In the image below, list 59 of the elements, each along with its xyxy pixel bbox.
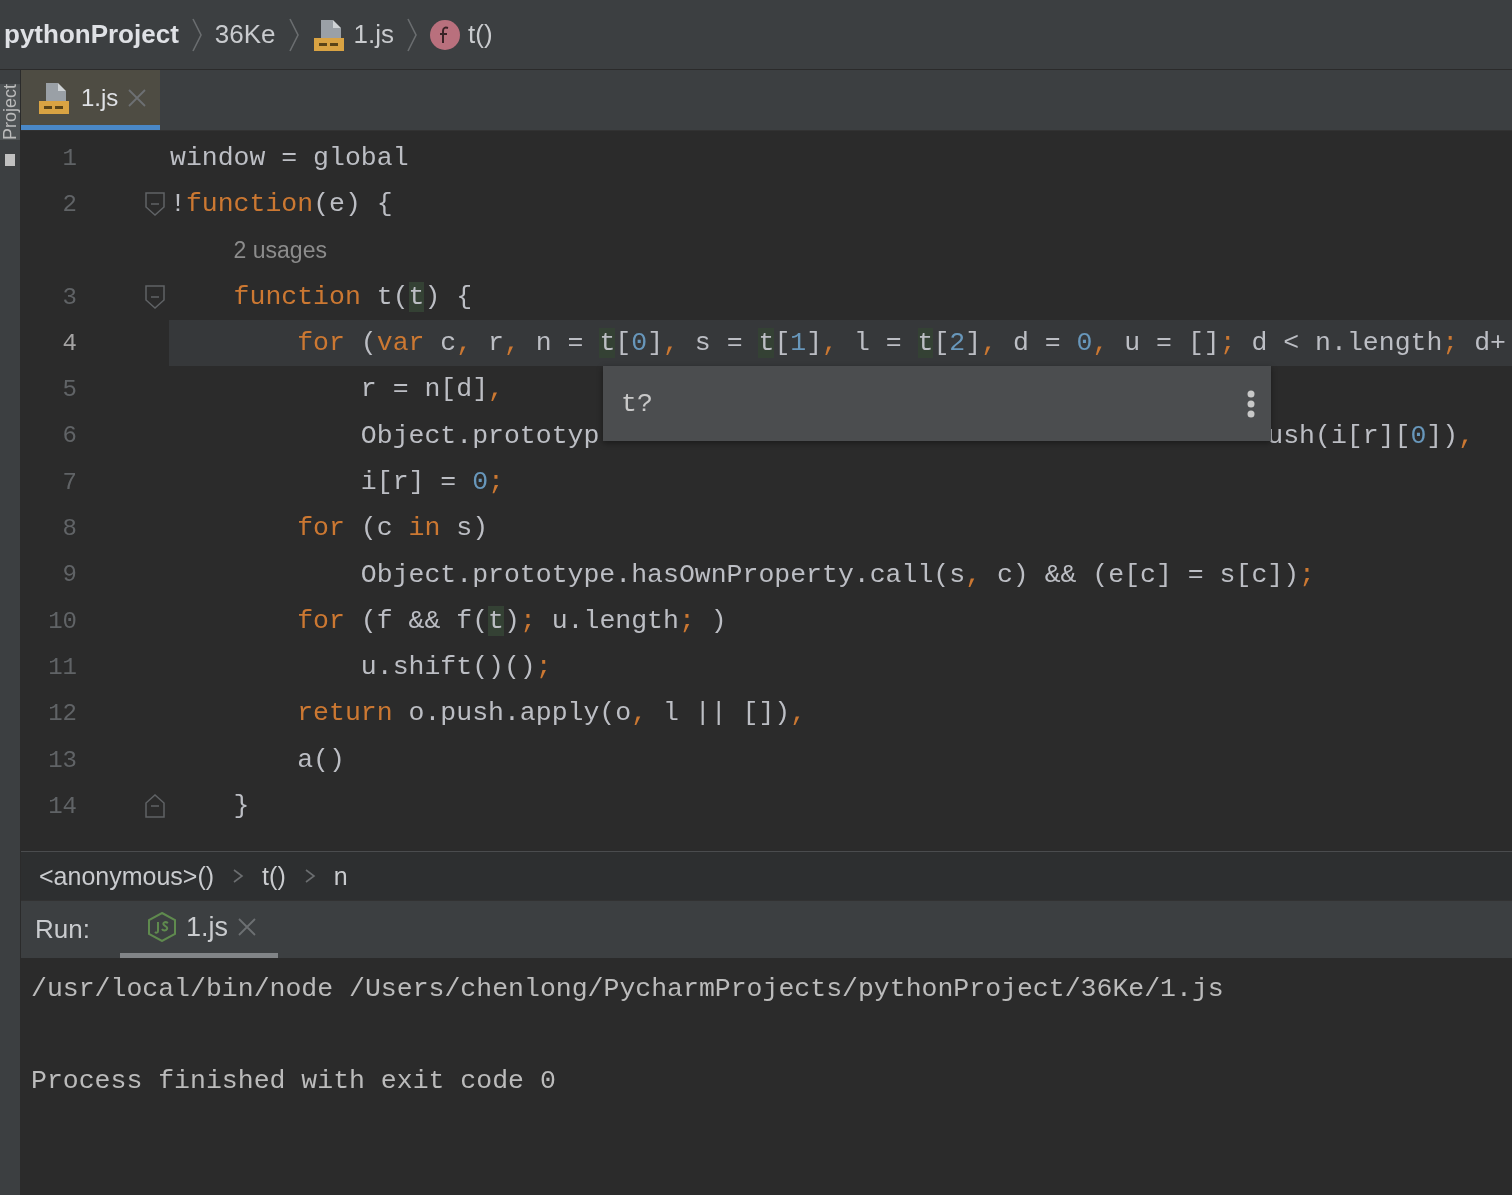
code-line: function t(t) {: [232, 280, 473, 314]
line-number: 9: [61, 561, 77, 589]
line-number: 2: [61, 190, 77, 218]
line-number: 7: [61, 468, 77, 496]
code-line: ush(i[r][0]),: [1267, 419, 1475, 453]
breadcrumb-item[interactable]: 1.js: [353, 19, 394, 50]
close-icon[interactable]: [128, 88, 147, 107]
line-number: 14: [47, 792, 77, 820]
usages-hint[interactable]: 2 usages: [233, 237, 327, 265]
line-number: 3: [61, 283, 77, 311]
fold-icon[interactable]: [145, 192, 165, 217]
breadcrumb-item[interactable]: n: [333, 861, 348, 891]
tooltip-text: t?: [621, 388, 653, 419]
breadcrumb-item[interactable]: 36Ke: [214, 19, 276, 50]
fold-icon[interactable]: [145, 285, 165, 310]
console-line: Process finished with exit code 0: [31, 1066, 556, 1096]
tool-window-tab[interactable]: Project: [0, 84, 20, 141]
editor-tab[interactable]: 1.js: [21, 70, 161, 130]
line-number: 5: [61, 376, 77, 404]
close-icon[interactable]: [237, 918, 256, 936]
file-icon: [311, 17, 346, 52]
line-number: 13: [47, 746, 77, 774]
line-number: 8: [61, 515, 77, 542]
console-line: /usr/local/bin/node /Users/chenlong/PycharmProjects/pythonProject/36Ke/1.js: [31, 974, 1224, 1004]
code-line: for (c in s): [296, 512, 489, 546]
function-icon: [430, 19, 460, 50]
code-line: i[r] = 0;: [359, 466, 504, 499]
code-line: }: [232, 790, 250, 824]
breadcrumb-item[interactable]: t(): [468, 19, 493, 50]
code-line: window = global: [170, 141, 409, 175]
chevron-icon: [190, 17, 203, 52]
chevron-icon: [303, 869, 316, 883]
code-line: for (f && f(t); u.length; ): [296, 604, 727, 638]
code-line: r = n[d],: [359, 373, 504, 407]
more-icon[interactable]: [1247, 389, 1255, 418]
square-icon: [5, 154, 15, 167]
code-line: for (var c, r, n = t[0], s = t[1], l = t[2], d = 0, u = []; d < n.length; d+: [296, 327, 1506, 361]
hexagon-icon: [147, 912, 176, 942]
code-line: !function(e) {: [170, 188, 393, 222]
line-number: 1: [61, 144, 77, 172]
line-number: 4: [61, 329, 77, 357]
code-line: a(): [296, 743, 345, 777]
chevron-icon: [232, 869, 245, 883]
code-line: return o.push.apply(o, l || []),: [296, 697, 807, 731]
code-line: Object.prototype.hasOwnProperty.call(s, c) && (e[c] = s[c]);: [359, 558, 1315, 592]
code-line: u.shift()();: [359, 651, 552, 685]
chevron-icon: [287, 17, 300, 52]
fold-icon[interactable]: [145, 794, 165, 819]
breadcrumb-item[interactable]: pythonProject: [4, 19, 179, 50]
breadcrumb-item[interactable]: <anonymous>(): [39, 861, 215, 891]
chevron-icon: [406, 17, 418, 52]
file-icon: [37, 80, 71, 115]
line-number: 10: [47, 607, 77, 635]
run-label: Run:: [34, 913, 91, 946]
line-number: 6: [61, 422, 77, 450]
breadcrumb-item[interactable]: t(): [262, 861, 286, 891]
line-number: 12: [47, 700, 77, 728]
line-number: 11: [47, 653, 77, 681]
code-line: Object.prototyp: [359, 419, 600, 453]
